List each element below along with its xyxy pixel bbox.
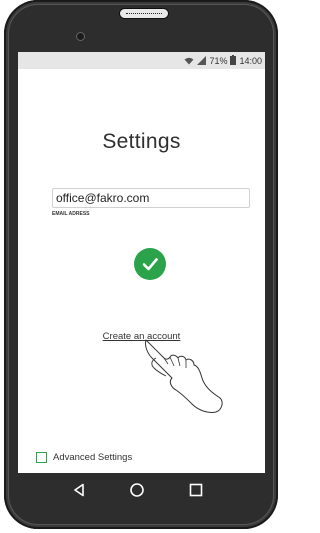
wifi-icon <box>184 57 194 64</box>
battery-percent: 71% <box>209 55 228 66</box>
home-icon <box>130 483 145 497</box>
back-icon <box>74 483 84 497</box>
advanced-settings-checkbox[interactable] <box>36 452 47 463</box>
phone-frame: 71% 14:00 Settings office@fakro.com EMAI… <box>4 0 278 529</box>
email-field-label: EMAIL ADRESS <box>52 211 90 217</box>
pointing-hand-icon <box>145 339 223 413</box>
screen: 71% 14:00 Settings office@fakro.com EMAI… <box>18 52 265 473</box>
battery-icon <box>230 55 237 65</box>
status-time: 14:00 <box>239 55 262 66</box>
back-button[interactable] <box>70 481 88 499</box>
check-icon <box>134 248 166 280</box>
navigation-bar <box>14 474 261 506</box>
home-button[interactable] <box>128 481 146 499</box>
front-camera <box>76 32 85 41</box>
checkmark-glyph <box>142 258 158 271</box>
advanced-settings-label: Advanced Settings <box>53 452 133 463</box>
advanced-settings-option[interactable]: Advanced Settings <box>36 452 132 463</box>
speaker-grille <box>119 8 169 19</box>
signal-icon <box>197 56 207 65</box>
email-field[interactable]: office@fakro.com <box>52 188 250 208</box>
status-bar: 71% 14:00 <box>18 52 265 69</box>
recents-button[interactable] <box>187 481 205 499</box>
recents-icon <box>189 483 203 497</box>
page-title: Settings <box>102 130 181 153</box>
